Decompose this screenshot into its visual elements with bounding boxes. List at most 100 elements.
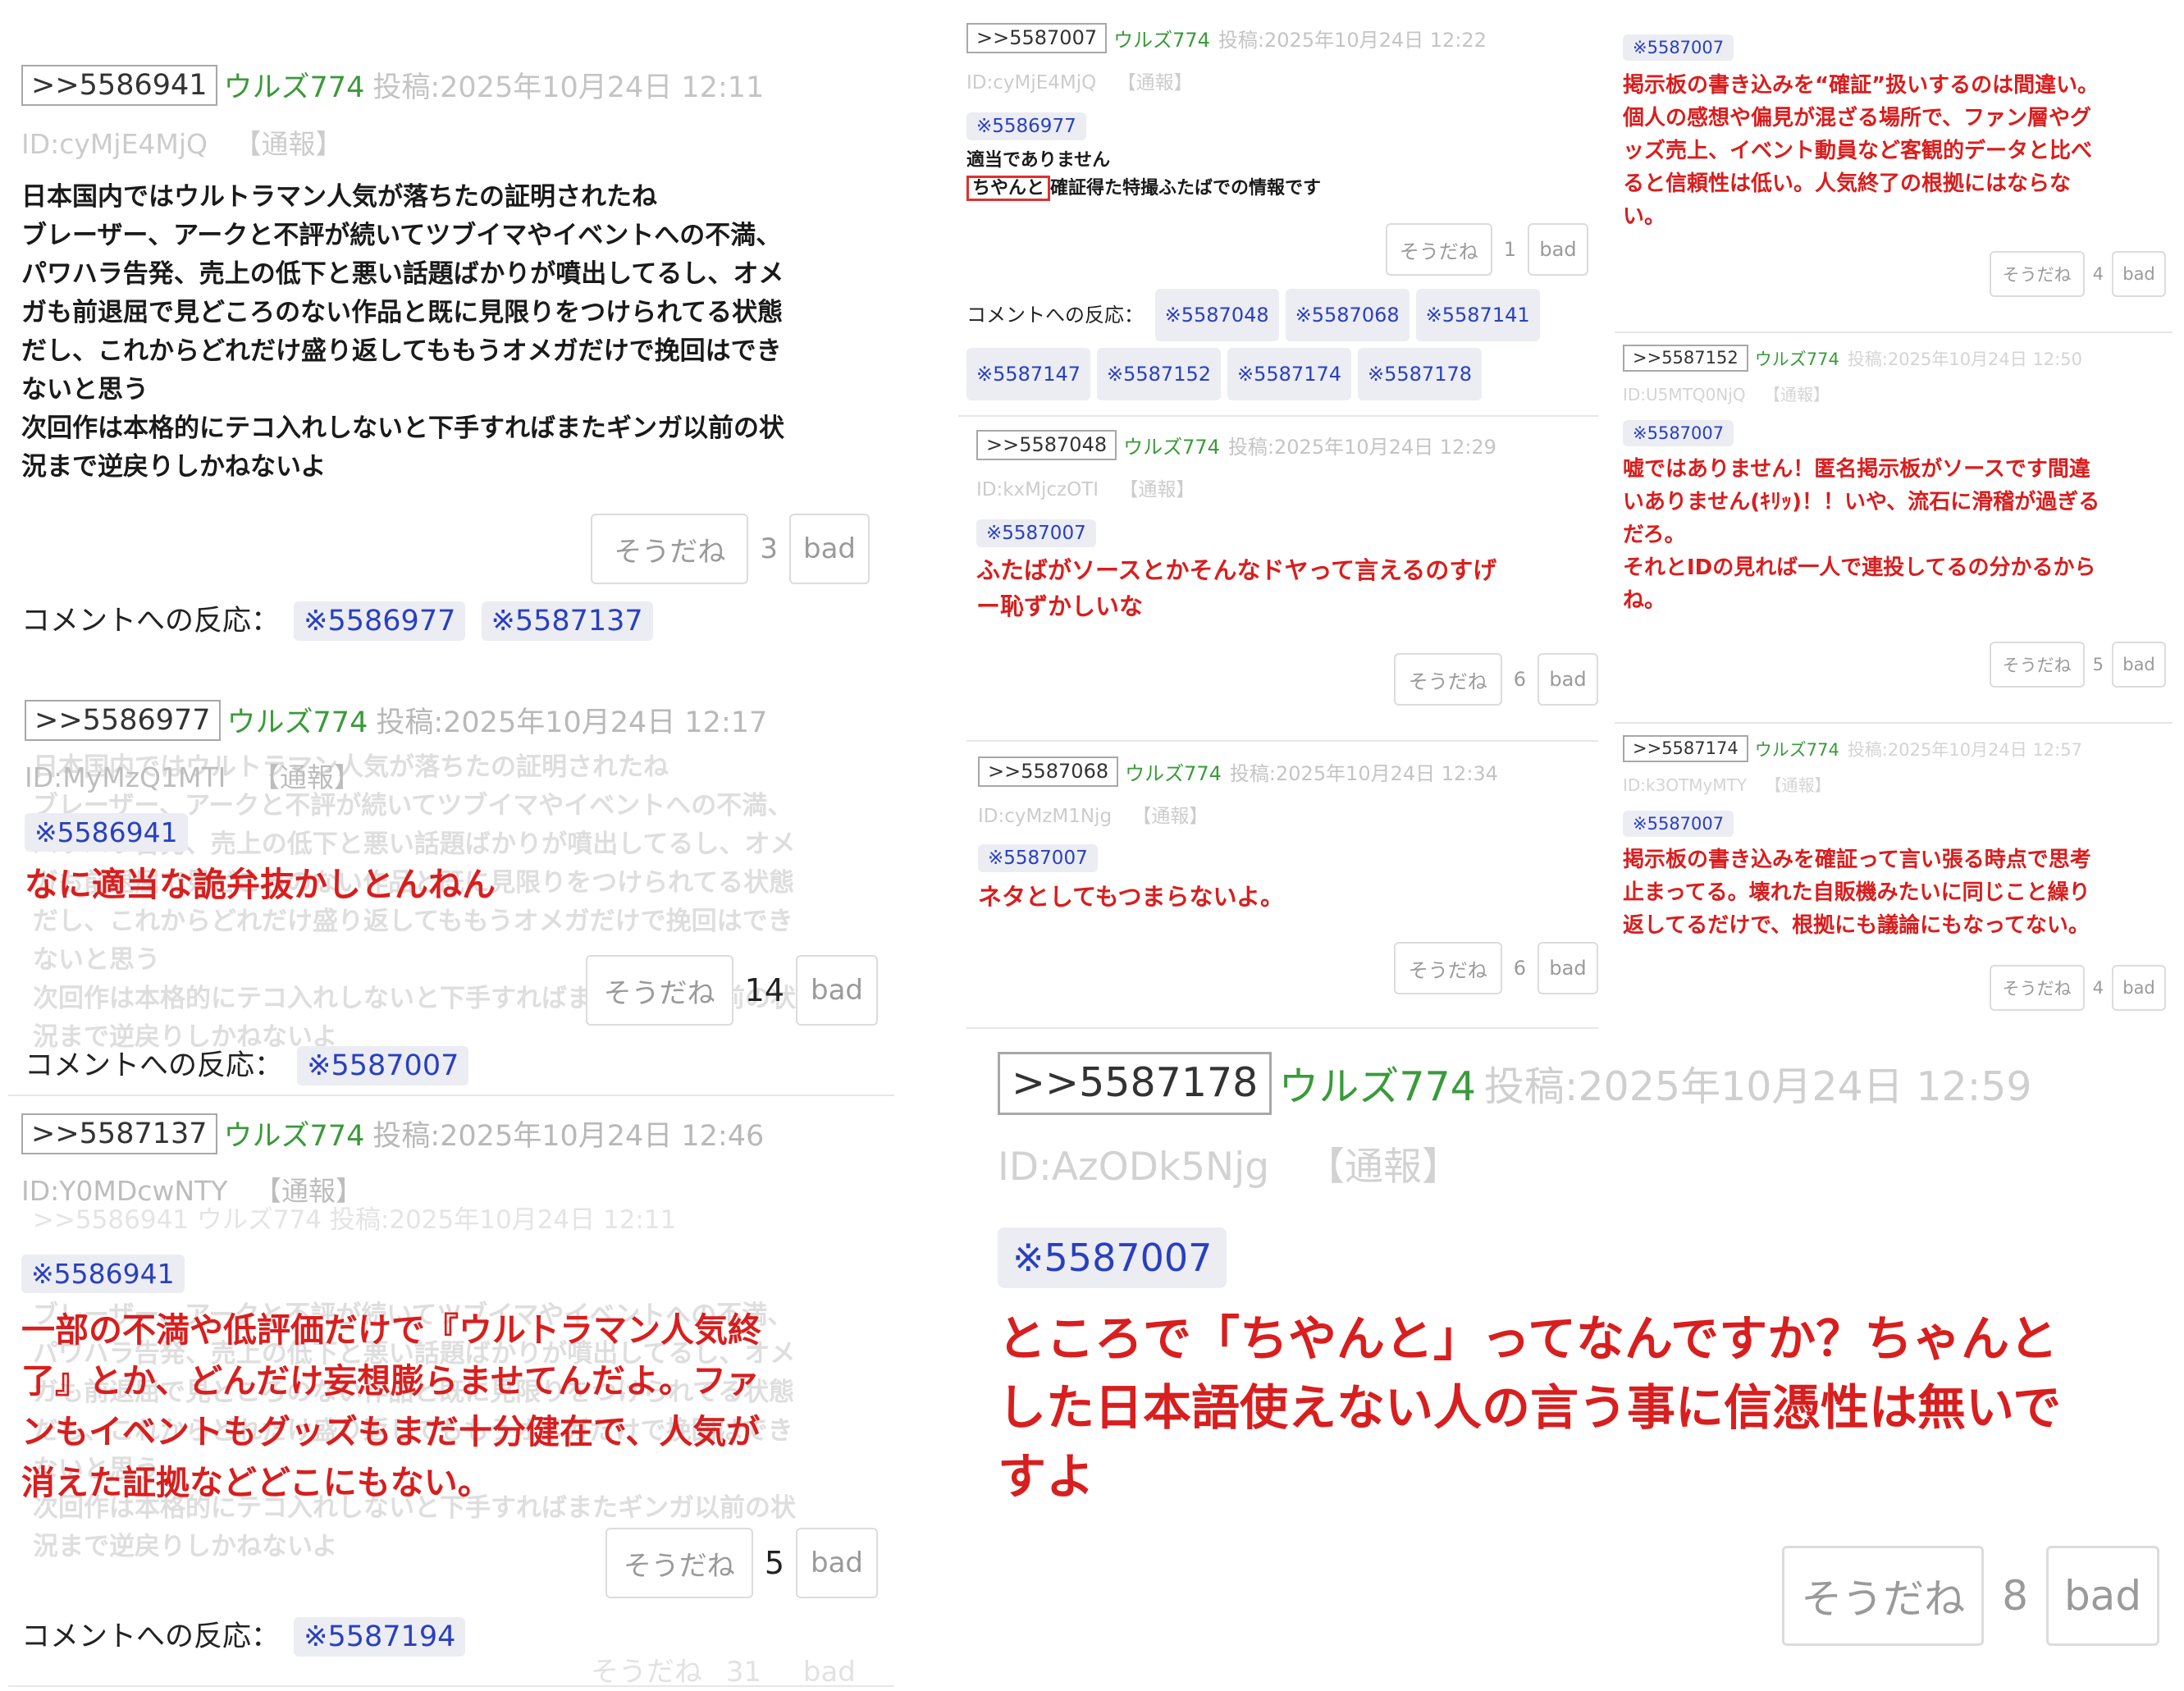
reaction-link[interactable]: ※5586977 <box>294 601 466 641</box>
reactions-row: コメントへの反応： ※5587048 ※5587068 ※5587141 ※5587… <box>966 289 1590 407</box>
vote-bar: そうだね 14 bad <box>492 955 878 1026</box>
poster-id: ID:U5MTQ0NjQ <box>1623 385 1746 405</box>
souda-count: 14 <box>744 972 784 1008</box>
report-link[interactable]: 【通報】 <box>253 761 361 793</box>
souda-count: 4 <box>2092 264 2104 284</box>
post-timestamp: 投稿:2025年10月24日 12:17 <box>376 706 768 739</box>
quote-ref-link[interactable]: ※5587007 <box>1623 420 1734 447</box>
reaction-link[interactable]: ※5587007 <box>297 1046 469 1085</box>
post-body: 適当でありません ちやんと 確証得た特撮ふたばでの情報です <box>966 147 1590 203</box>
report-link[interactable]: 【通報】 <box>1764 385 1830 404</box>
post-body: ネタとしてもつまらないよ。 <box>978 882 1284 911</box>
souda-count: 6 <box>1513 668 1526 691</box>
reactions-label: コメントへの反応： <box>966 304 1144 327</box>
report-link[interactable]: 【通報】 <box>235 128 343 160</box>
reaction-link[interactable]: ※5587194 <box>294 1617 466 1657</box>
souda-button[interactable]: そうだね <box>1393 942 1502 994</box>
quote-ref-link[interactable]: ※5587007 <box>998 1227 1227 1288</box>
report-link[interactable]: 【通報】 <box>1132 806 1208 827</box>
vote-bar: そうだね 6 bad <box>1313 942 1598 994</box>
bad-button[interactable]: bad <box>796 1528 878 1598</box>
souda-count: 5 <box>764 1545 784 1581</box>
post-number-link[interactable]: >>5587007 <box>966 23 1108 53</box>
souda-button[interactable]: そうだね <box>1989 642 2085 688</box>
quote-ref-link[interactable]: ※5586977 <box>966 112 1086 140</box>
post-5587048: >>5587048 ウルズ774 投稿:2025年10月24日 12:29 ID… <box>976 430 1600 624</box>
souda-button[interactable]: そうだね <box>1989 251 2085 297</box>
post-number-link[interactable]: >>5586977 <box>25 699 221 741</box>
reaction-link[interactable]: ※5587137 <box>481 601 653 641</box>
post-body: ふたばがソースとかそんなドヤって言えるのすげ ー恥ずかしいな <box>976 555 1497 620</box>
post-number-link[interactable]: >>5587152 <box>1623 345 1748 372</box>
quote-ref-link[interactable]: ※5586941 <box>21 1255 185 1293</box>
quote-ref-link[interactable]: ※5587007 <box>1623 811 1734 838</box>
highlight-box: ちやんと <box>966 175 1051 201</box>
vote-bar: そうだね 8 bad <box>1641 1546 2159 1646</box>
reaction-link[interactable]: ※5587068 <box>1285 289 1410 341</box>
bad-button[interactable]: bad <box>789 514 870 584</box>
poster-name: ウルズ774 <box>226 706 368 739</box>
post-divider <box>958 415 1598 417</box>
post-number-link[interactable]: >>5587178 <box>998 1052 1272 1115</box>
bad-button[interactable]: bad <box>1537 653 1598 706</box>
quote-ref-link[interactable]: ※5587007 <box>976 519 1096 547</box>
poster-name: ウルズ774 <box>1754 739 1839 760</box>
bad-button[interactable]: bad <box>796 955 878 1026</box>
poster-id: ID:MyMzQ1MTI <box>25 761 226 793</box>
post-timestamp: 投稿:2025年10月24日 12:22 <box>1218 28 1487 52</box>
post-timestamp: 投稿:2025年10月24日 12:29 <box>1227 435 1496 459</box>
souda-button[interactable]: そうだね <box>605 1528 753 1598</box>
poster-id: ID:AzODk5Njg <box>998 1144 1270 1190</box>
report-link[interactable]: 【通報】 <box>1306 1145 1460 1190</box>
reactions-label: コメントへの反応： <box>25 1049 284 1082</box>
reaction-link[interactable]: ※5587147 <box>966 348 1090 400</box>
reaction-link[interactable]: ※5587152 <box>1097 348 1221 400</box>
reactions-row: コメントへの反応： ※5586977 ※5587137 <box>21 597 660 647</box>
post-number-link[interactable]: >>5587068 <box>978 756 1119 787</box>
bad-button[interactable]: bad <box>1528 223 1588 276</box>
souda-button[interactable]: そうだね <box>591 514 749 584</box>
souda-button[interactable]: そうだね <box>1989 965 2085 1011</box>
quote-ref-link[interactable]: ※5587007 <box>1623 34 1734 61</box>
quote-ref-link[interactable]: ※5587007 <box>978 843 1098 872</box>
post-divider <box>966 1027 1598 1029</box>
bad-button[interactable]: bad <box>1537 942 1598 994</box>
poster-name: ウルズ774 <box>223 71 365 104</box>
bad-button[interactable]: bad <box>2112 965 2166 1011</box>
post-number-link[interactable]: >>5586941 <box>21 64 217 106</box>
souda-count: 5 <box>2092 655 2104 674</box>
quote-ref-link[interactable]: ※5586941 <box>25 813 188 852</box>
post-body: 掲示板の書き込みを確証って言い張る時点で思考 止まってる。壊れた自販機みたいに同… <box>1623 848 2091 939</box>
poster-id: ID:kxMjczOTI <box>976 478 1099 500</box>
poster-id: ID:cyMzM1Njg <box>978 805 1113 827</box>
post-divider <box>8 1685 894 1687</box>
reaction-link[interactable]: ※5587141 <box>1415 289 1540 341</box>
souda-button[interactable]: そうだね <box>585 955 733 1026</box>
vote-bar: そうだね 5 bad <box>1920 642 2166 688</box>
bad-button[interactable]: bad <box>2112 251 2166 297</box>
vote-bar: そうだね 6 bad <box>1313 653 1598 706</box>
souda-button[interactable]: そうだね <box>1385 223 1492 276</box>
souda-button[interactable]: そうだね <box>1393 653 1502 706</box>
post-5586941: >>5586941 ウルズ774 投稿:2025年10月24日 12:11 ID… <box>21 64 875 487</box>
report-link[interactable]: 【通報】 <box>254 1175 363 1207</box>
post-number-link[interactable]: >>5587048 <box>976 430 1117 460</box>
post-body: 日本国内ではウルトラマン人気が落ちたの証明されたね ブレーザー、アークと不評が続… <box>21 182 784 482</box>
reaction-link[interactable]: ※5587174 <box>1227 348 1351 400</box>
poster-id: ID:cyMjE4MjQ <box>966 71 1097 94</box>
bad-button[interactable]: bad <box>2112 642 2166 688</box>
post-number-link[interactable]: >>5587174 <box>1623 735 1748 763</box>
reaction-link[interactable]: ※5587178 <box>1358 348 1482 400</box>
post-number-link[interactable]: >>5587137 <box>21 1113 217 1154</box>
post-5587068: >>5587068 ウルズ774 投稿:2025年10月24日 12:34 ID… <box>978 756 1601 915</box>
vote-bar: そうだね 4 bad <box>1920 965 2166 1011</box>
bad-button[interactable]: bad <box>2046 1546 2159 1646</box>
report-link[interactable]: 【通報】 <box>1119 479 1195 500</box>
post-5587137: >>5587137 ウルズ774 投稿:2025年10月24日 12:46 ID… <box>21 1113 891 1508</box>
souda-button[interactable]: そうだね <box>1782 1546 1985 1646</box>
report-link[interactable]: 【通報】 <box>1765 775 1830 795</box>
report-link[interactable]: 【通報】 <box>1117 72 1193 94</box>
vote-bar: そうだね 3 bad <box>492 514 870 584</box>
reaction-link[interactable]: ※5587048 <box>1154 289 1279 341</box>
post-5587174: >>5587174 ウルズ774 投稿:2025年10月24日 12:57 ID… <box>1623 735 2173 942</box>
